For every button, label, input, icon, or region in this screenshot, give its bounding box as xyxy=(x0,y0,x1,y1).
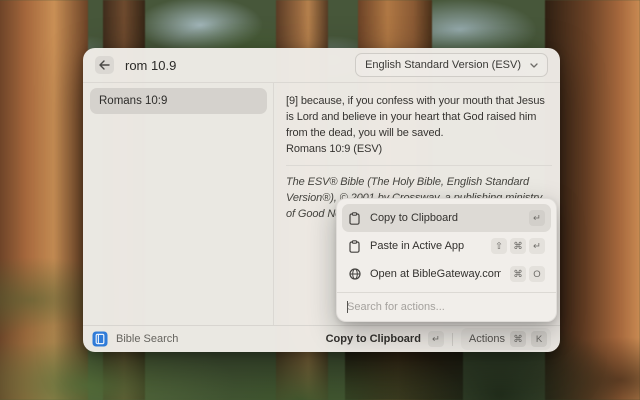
content-divider xyxy=(286,165,552,166)
o-key-icon: O xyxy=(529,266,545,282)
footer-primary-action-button[interactable]: Copy to Clipboard ↵ xyxy=(326,331,444,347)
result-item-label: Romans 10:9 xyxy=(99,95,167,107)
footer-app: Bible Search xyxy=(92,331,326,347)
globe-icon xyxy=(348,268,361,280)
verse-reference: Romans 10:9 (ESV) xyxy=(286,141,552,157)
arrow-left-icon xyxy=(99,60,110,70)
search-query[interactable]: rom 10.9 xyxy=(125,58,355,73)
return-key-icon: ↵ xyxy=(529,238,545,254)
app-name-label: Bible Search xyxy=(116,333,178,345)
command-key-icon: ⌘ xyxy=(510,238,526,254)
primary-action-label: Copy to Clipboard xyxy=(326,333,421,345)
window-header: rom 10.9 English Standard Version (ESV) xyxy=(83,48,560,83)
action-label: Open at BibleGateway.com xyxy=(370,268,501,280)
k-key-icon: K xyxy=(531,331,547,347)
clipboard-icon xyxy=(348,240,361,253)
command-key-icon: ⌘ xyxy=(510,266,526,282)
back-button[interactable] xyxy=(95,56,114,74)
footer-divider xyxy=(452,333,453,346)
actions-search-row xyxy=(342,293,551,321)
results-sidebar: Romans 10:9 xyxy=(83,83,274,325)
actions-label: Actions xyxy=(469,333,505,345)
launcher-window: rom 10.9 English Standard Version (ESV) … xyxy=(83,48,560,352)
text-cursor xyxy=(347,301,348,313)
action-label: Paste in Active App xyxy=(370,240,482,252)
action-copy-to-clipboard[interactable]: Copy to Clipboard ↵ xyxy=(342,204,551,232)
command-key-icon: ⌘ xyxy=(510,331,526,347)
action-paste-in-active-app[interactable]: Paste in Active App ⇧ ⌘ ↵ xyxy=(342,232,551,260)
clipboard-icon xyxy=(348,212,361,225)
chevron-down-icon xyxy=(530,63,538,68)
bible-search-app-icon xyxy=(92,331,108,347)
result-item-romans-10-9[interactable]: Romans 10:9 xyxy=(90,88,267,114)
return-key-icon: ↵ xyxy=(428,331,444,347)
return-key-icon: ↵ xyxy=(529,210,545,226)
version-dropdown-label: English Standard Version (ESV) xyxy=(365,59,521,71)
footer-actions-area: Copy to Clipboard ↵ Actions ⌘ K xyxy=(326,328,551,350)
verse-text: [9] because, if you confess with your mo… xyxy=(286,93,552,141)
version-dropdown[interactable]: English Standard Version (ESV) xyxy=(355,53,548,77)
actions-search-input[interactable] xyxy=(342,301,551,313)
footer-actions-button[interactable]: Actions ⌘ K xyxy=(461,328,551,350)
shift-key-icon: ⇧ xyxy=(491,238,507,254)
window-footer: Bible Search Copy to Clipboard ↵ Actions… xyxy=(83,325,560,352)
action-label: Copy to Clipboard xyxy=(370,212,520,224)
action-open-at-biblegateway[interactable]: Open at BibleGateway.com ⌘ O xyxy=(342,260,551,288)
actions-panel: Copy to Clipboard ↵ Paste in Active App … xyxy=(336,198,557,322)
desktop: rom 10.9 English Standard Version (ESV) … xyxy=(0,0,640,400)
